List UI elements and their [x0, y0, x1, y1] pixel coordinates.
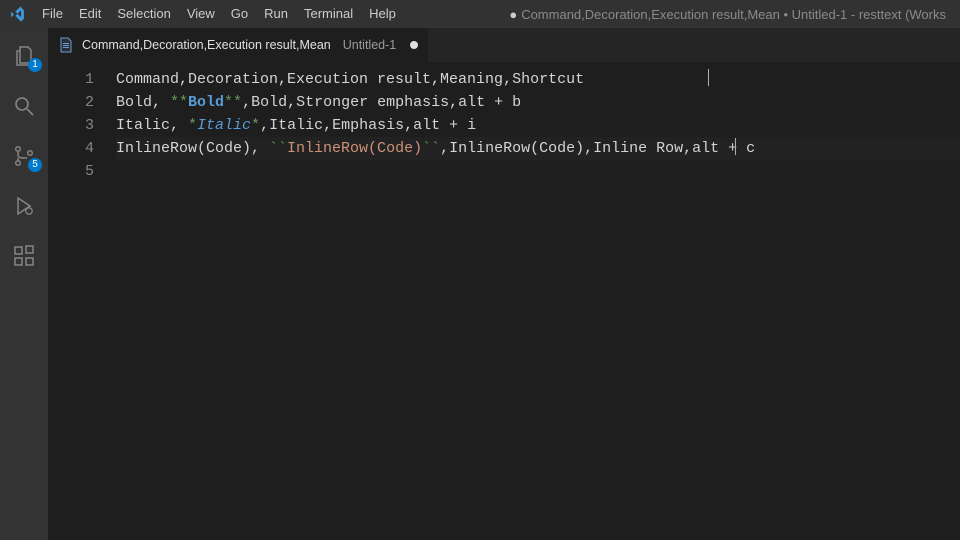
line-number-gutter: 1 2 3 4 5 — [48, 62, 116, 540]
menu-file[interactable]: File — [34, 0, 71, 28]
activity-explorer[interactable]: 1 — [0, 34, 48, 78]
tab-subtitle: Untitled-1 — [343, 38, 397, 52]
activity-extensions[interactable] — [0, 234, 48, 278]
document-icon — [58, 37, 74, 53]
tab-active[interactable]: Command,Decoration,Execution result,Mean… — [48, 28, 428, 62]
explorer-badge: 1 — [28, 58, 42, 72]
menu-help[interactable]: Help — [361, 0, 404, 28]
line-number: 3 — [48, 114, 94, 137]
menu-go[interactable]: Go — [223, 0, 256, 28]
code-line-5[interactable] — [116, 160, 960, 183]
editor-area: Command,Decoration,Execution result,Mean… — [48, 28, 960, 540]
app-logo-icon — [4, 0, 30, 28]
menu-edit[interactable]: Edit — [71, 0, 109, 28]
activity-bar: 1 5 — [0, 28, 48, 540]
tab-bar: Command,Decoration,Execution result,Mean… — [48, 28, 960, 62]
code-line-1[interactable]: Command,Decoration,Execution result,Mean… — [116, 68, 960, 91]
run-debug-icon — [12, 194, 36, 218]
menu-view[interactable]: View — [179, 0, 223, 28]
line-number: 2 — [48, 91, 94, 114]
line-number: 4 — [48, 137, 94, 160]
editor[interactable]: 1 2 3 4 5 Command,Decoration,Execution r… — [48, 62, 960, 540]
activity-run[interactable] — [0, 184, 48, 228]
code-line-3[interactable]: Italic, *Italic*,Italic,Emphasis,alt + i — [116, 114, 960, 137]
search-icon — [12, 94, 36, 118]
menubar: File Edit Selection View Go Run Terminal… — [0, 0, 960, 28]
text-cursor — [735, 138, 736, 155]
modified-dot-icon — [410, 41, 418, 49]
modified-dot-title: ● — [509, 7, 517, 22]
code-line-4[interactable]: InlineRow(Code), ``InlineRow(Code)``,Inl… — [116, 137, 960, 160]
scm-badge: 5 — [28, 158, 42, 172]
code-content[interactable]: Command,Decoration,Execution result,Mean… — [116, 62, 960, 540]
activity-scm[interactable]: 5 — [0, 134, 48, 178]
line-number: 5 — [48, 160, 94, 183]
tab-title: Command,Decoration,Execution result,Mean — [82, 38, 331, 52]
window-title: ● Command,Decoration,Execution result,Mea… — [499, 7, 956, 22]
menu-terminal[interactable]: Terminal — [296, 0, 361, 28]
menu-run[interactable]: Run — [256, 0, 296, 28]
code-line-2[interactable]: Bold, **Bold**,Bold,Stronger emphasis,al… — [116, 91, 960, 114]
mouse-text-cursor — [708, 69, 709, 86]
window-title-text: Command,Decoration,Execution result,Mean… — [521, 7, 946, 22]
line-number: 1 — [48, 68, 94, 91]
extensions-icon — [12, 244, 36, 268]
menu-selection[interactable]: Selection — [109, 0, 178, 28]
main-area: 1 5 Command,Decoration,Execution result,… — [0, 28, 960, 540]
activity-search[interactable] — [0, 84, 48, 128]
